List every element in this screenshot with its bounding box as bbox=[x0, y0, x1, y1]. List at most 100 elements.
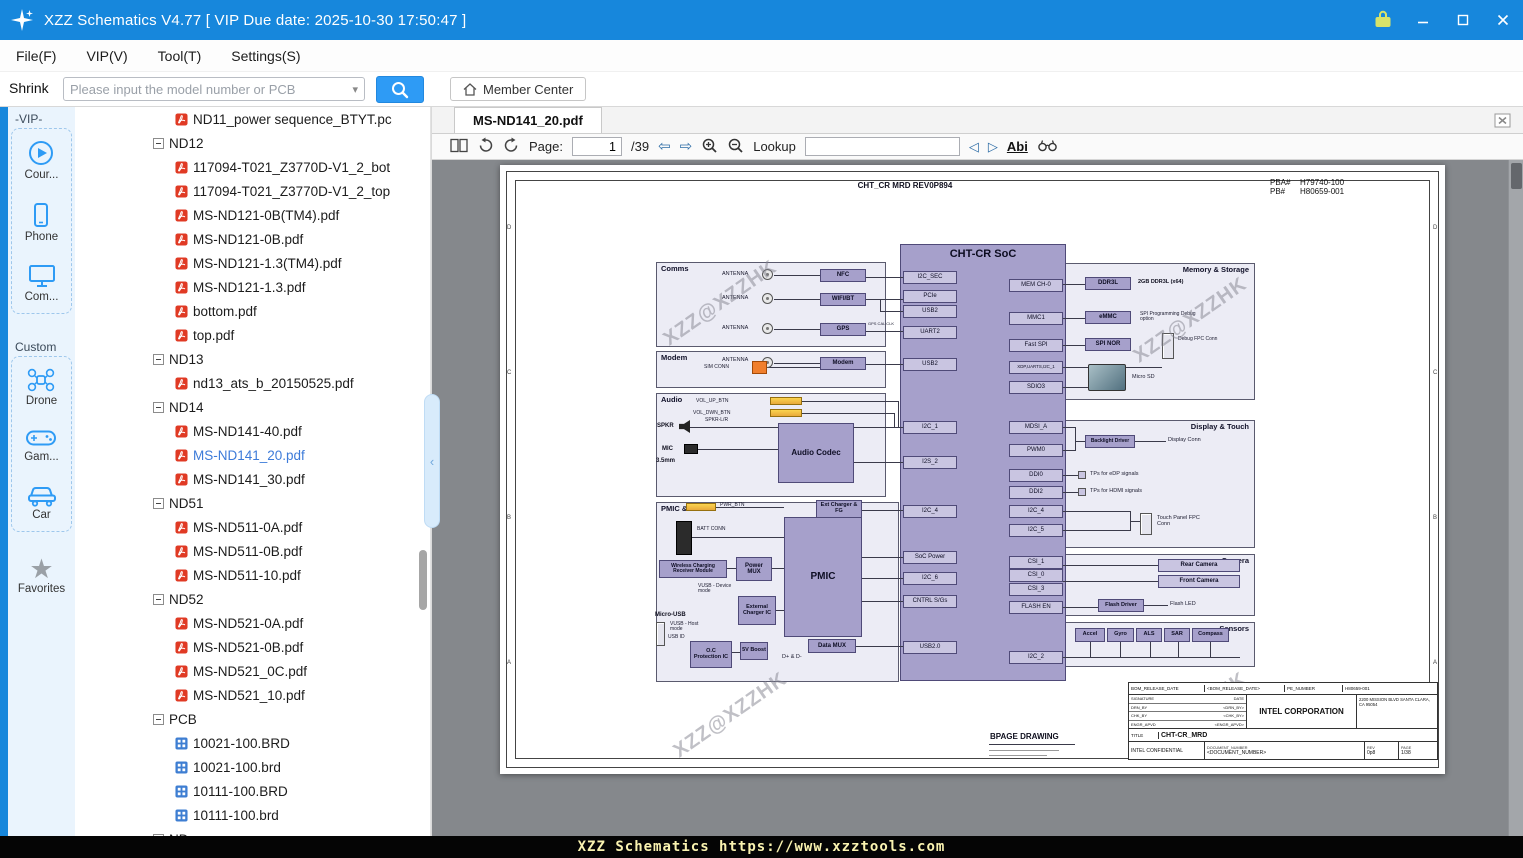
tree-item[interactable]: MS-ND521-0B.pdf bbox=[75, 635, 430, 659]
collapse-panel-handle[interactable]: ‹ bbox=[424, 394, 440, 528]
collapse-icon[interactable] bbox=[153, 713, 164, 725]
tree-item[interactable]: MS-ND511-0A.pdf bbox=[75, 515, 430, 539]
next-page-icon[interactable]: ⇨ bbox=[680, 139, 693, 154]
tree-item[interactable]: ND11_power sequence_BTYT.pc bbox=[75, 107, 430, 131]
tree-item[interactable]: MS-ND521-0A.pdf bbox=[75, 611, 430, 635]
pe-value: H80659-001 bbox=[1345, 686, 1370, 691]
tree-item[interactable]: MS-ND121-0B.pdf bbox=[75, 227, 430, 251]
tree-item[interactable]: top.pdf bbox=[75, 323, 430, 347]
lookup-input[interactable] bbox=[804, 137, 960, 156]
two-page-view-icon[interactable] bbox=[450, 138, 468, 156]
tree-item[interactable]: MS-ND121-1.3.pdf bbox=[75, 275, 430, 299]
tree-item[interactable]: MS-ND121-0B(TM4).pdf bbox=[75, 203, 430, 227]
tree-item[interactable]: MS-ND511-10.pdf bbox=[75, 563, 430, 587]
block-pmic: PMIC bbox=[784, 517, 862, 637]
port-mdsi-a: MDSI_A bbox=[1009, 421, 1063, 434]
brd-file-icon bbox=[175, 808, 188, 822]
labelb-3-5mm: 3.5mm bbox=[656, 458, 676, 464]
tree-item[interactable]: MS-ND141_30.pdf bbox=[75, 467, 430, 491]
connector-line bbox=[1130, 521, 1140, 522]
member-center-button[interactable]: Member Center bbox=[450, 77, 587, 101]
binoculars-icon[interactable] bbox=[1037, 138, 1058, 155]
menu-vip[interactable]: VIP(V) bbox=[86, 48, 127, 64]
sidebar-item-favorites[interactable]: ★ Favorites bbox=[8, 556, 75, 596]
tree-item[interactable]: 117094-T021_Z3770D-V1_2_top bbox=[75, 179, 430, 203]
custom-group-box: Drone Gam... Car bbox=[11, 356, 72, 532]
tree-scrollbar-thumb[interactable] bbox=[419, 550, 427, 610]
tree-item[interactable]: nd13_ats_b_20150525.pdf bbox=[75, 371, 430, 395]
connector-line bbox=[1063, 318, 1085, 319]
close-button[interactable] bbox=[1483, 0, 1523, 40]
pdf-file-icon bbox=[175, 232, 188, 246]
connector-line bbox=[1063, 492, 1078, 493]
close-document-icon[interactable] bbox=[1494, 107, 1511, 133]
bpage-drawing-label: BPAGE DRAWING bbox=[990, 732, 1059, 741]
pb-value: H80659-001 bbox=[1300, 187, 1345, 196]
sidebar-item-label: Cour... bbox=[24, 169, 59, 181]
labelb-spkr: SPKR bbox=[657, 423, 674, 429]
find-next-icon[interactable]: ▷ bbox=[988, 140, 998, 153]
search-combobox[interactable]: ▾ bbox=[63, 77, 365, 101]
tree-item[interactable]: ND52 bbox=[75, 587, 430, 611]
vertical-scrollbar[interactable] bbox=[1508, 160, 1523, 836]
chevron-down-icon[interactable]: ▾ bbox=[352, 83, 364, 96]
sidebar-item-course[interactable]: Cour... bbox=[24, 139, 59, 181]
bom-value: <BOM_RELEASE_DATE> bbox=[1205, 685, 1285, 692]
menu-file[interactable]: File(F) bbox=[16, 48, 56, 64]
collapse-icon[interactable] bbox=[153, 593, 164, 605]
tree-item[interactable]: MS-ND521_10.pdf bbox=[75, 683, 430, 707]
previous-page-icon[interactable]: ⇦ bbox=[658, 139, 671, 154]
connector-line bbox=[1063, 565, 1158, 566]
port-sdio3: SDIO3 bbox=[1009, 381, 1063, 394]
tree-item[interactable]: ND12 bbox=[75, 131, 430, 155]
find-previous-icon[interactable]: ◁ bbox=[969, 140, 979, 153]
connector-line bbox=[880, 299, 881, 311]
tree-item[interactable]: MS-ND521_0C.pdf bbox=[75, 659, 430, 683]
zoom-out-icon[interactable] bbox=[727, 137, 744, 157]
tree-item[interactable]: ND51 bbox=[75, 491, 430, 515]
tree-item[interactable]: 10111-100.brd bbox=[75, 803, 430, 827]
page-input[interactable] bbox=[571, 137, 622, 156]
rotate-right-icon[interactable] bbox=[503, 137, 520, 156]
block-o-c-protection-ic: O.C Protection IC bbox=[690, 641, 732, 668]
document-tab[interactable]: MS-ND141_20.pdf bbox=[454, 107, 602, 133]
zoom-in-icon[interactable] bbox=[701, 137, 718, 157]
tree-item[interactable]: 10111-100.BRD bbox=[75, 779, 430, 803]
maximize-button[interactable] bbox=[1443, 0, 1483, 40]
sidebar-item-game[interactable]: Gam... bbox=[24, 427, 59, 463]
tree-item[interactable]: MS-ND141-40.pdf bbox=[75, 419, 430, 443]
collapse-icon[interactable] bbox=[153, 353, 164, 365]
pdf-viewport[interactable]: Comms Modem Audio PMIC & USB Memory & Storag… bbox=[432, 160, 1523, 836]
menu-settings[interactable]: Settings(S) bbox=[231, 48, 300, 64]
sidebar-item-car[interactable]: Car bbox=[26, 483, 58, 521]
search-input[interactable] bbox=[64, 81, 353, 97]
sidebar-item-phone[interactable]: Phone bbox=[25, 201, 58, 243]
collapse-icon[interactable] bbox=[153, 401, 164, 413]
scrollbar-thumb[interactable] bbox=[1511, 163, 1522, 189]
collapse-icon[interactable] bbox=[153, 497, 164, 509]
tree-item-label: top.pdf bbox=[193, 327, 235, 343]
labelb-2gb-ddr3l-x64: 2GB DDR3L (x64) bbox=[1138, 279, 1184, 285]
tree-item[interactable]: MS-ND121-1.3(TM4).pdf bbox=[75, 251, 430, 275]
tree-item[interactable]: MS-ND511-0B.pdf bbox=[75, 539, 430, 563]
menu-tool[interactable]: Tool(T) bbox=[158, 48, 202, 64]
tree-item[interactable]: ND14 bbox=[75, 395, 430, 419]
tree-item[interactable]: 10021-100.brd bbox=[75, 755, 430, 779]
shrink-button[interactable]: Shrink bbox=[9, 80, 49, 96]
sidebar-item-drone[interactable]: Drone bbox=[26, 367, 57, 407]
tree-item[interactable]: PCB bbox=[75, 707, 430, 731]
tree-item[interactable]: ND13 bbox=[75, 347, 430, 371]
vip-license-icon[interactable] bbox=[1363, 0, 1403, 40]
minimize-button[interactable] bbox=[1403, 0, 1443, 40]
rotate-left-icon[interactable] bbox=[477, 137, 494, 156]
tree-item[interactable]: 117094-T021_Z3770D-V1_2_bot bbox=[75, 155, 430, 179]
sidebar-item-computer[interactable]: Com... bbox=[25, 263, 58, 303]
tree-item[interactable]: MS-ND141_20.pdf bbox=[75, 443, 430, 467]
hairline bbox=[989, 755, 1047, 756]
search-button[interactable] bbox=[376, 76, 424, 103]
tree-item[interactable]: ND bbox=[75, 827, 430, 836]
tree-item[interactable]: 10021-100.BRD bbox=[75, 731, 430, 755]
match-case-toggle[interactable]: Abi bbox=[1007, 139, 1028, 154]
tree-item[interactable]: bottom.pdf bbox=[75, 299, 430, 323]
collapse-icon[interactable] bbox=[153, 137, 164, 149]
